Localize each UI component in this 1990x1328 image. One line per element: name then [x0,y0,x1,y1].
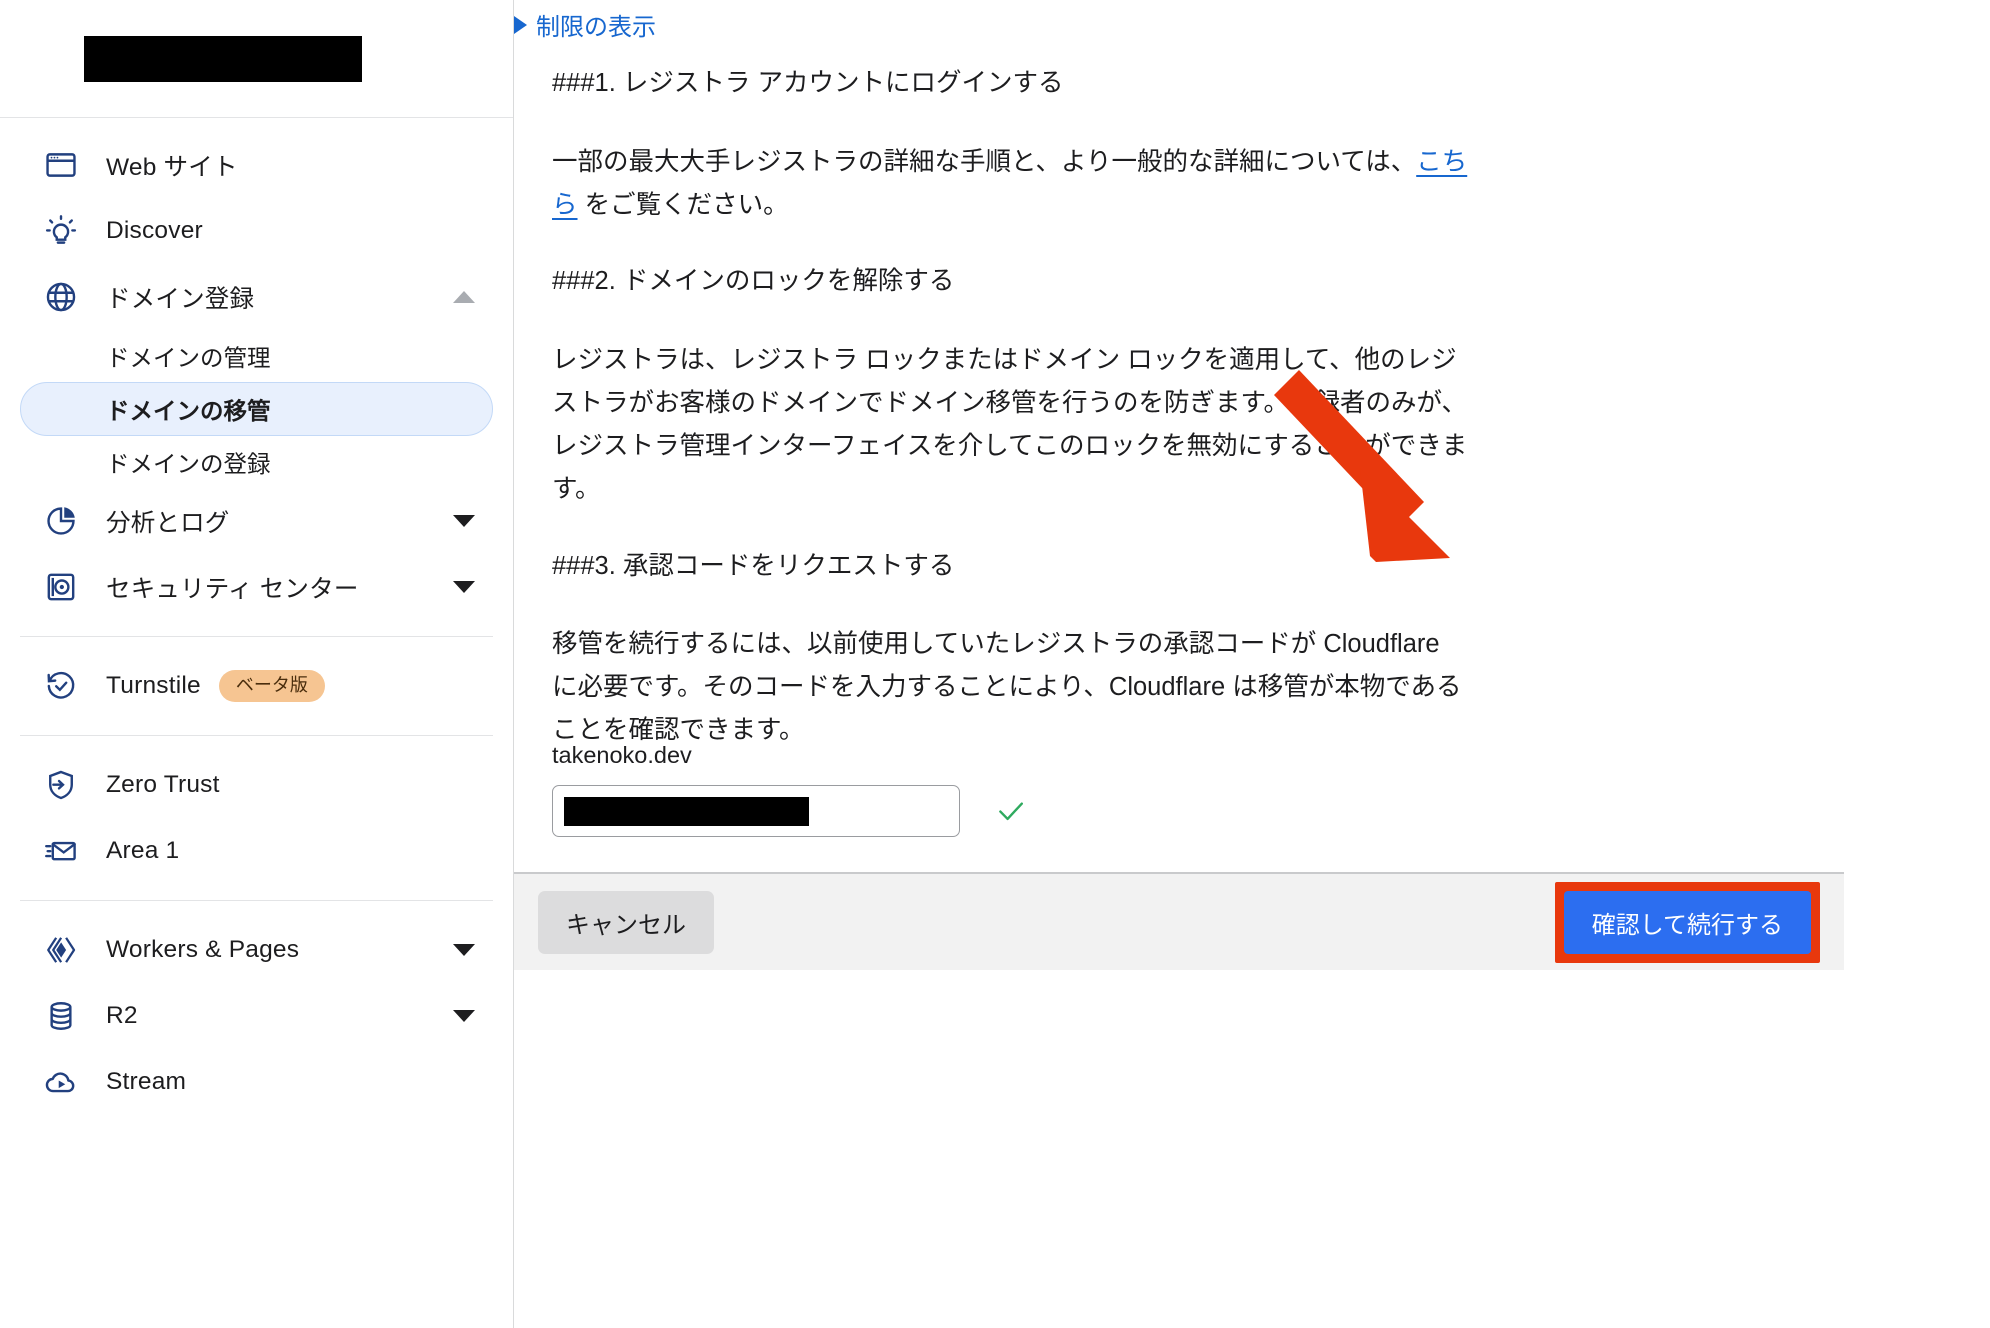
nav-group-developer: Workers & Pages R2 [0,917,513,1115]
sidebar-item-workers-pages[interactable]: Workers & Pages [20,917,493,983]
sidebar-item-analytics-logs[interactable]: 分析とログ [20,488,493,554]
sidebar-item-turnstile[interactable]: Turnstile ベータ版 [20,653,493,719]
globe-icon [42,278,80,316]
step-2-body: レジストラは、レジストラ ロックまたはドメイン ロックを適用して、他のレジストラ… [552,339,1472,510]
sidebar-item-zero-trust[interactable]: Zero Trust [20,752,493,818]
clock-check-icon [42,667,80,705]
step-3-heading: ###3. 承認コードをリクエストする [552,545,1472,588]
pie-chart-icon [42,502,80,540]
sidebar-item-label: Stream [106,1068,186,1096]
account-name-redacted [84,36,362,82]
form-action-bar: キャンセル 確認して続行する [514,872,1844,970]
sidebar-item-label: Turnstile [106,672,201,700]
sidebar-subitem-manage-domains[interactable]: ドメインの管理 [20,330,493,382]
sidebar-subitem-label: ドメインの移管 [106,392,271,426]
nav-group-primary: Web サイト D [0,132,513,330]
sidebar-item-r2[interactable]: R2 [20,983,493,1049]
sidebar-divider-2 [20,735,493,736]
step-1-heading: ###1. レジストラ アカウントにログインする [552,62,1472,105]
sidebar-item-websites[interactable]: Web サイト [20,132,493,198]
auth-code-input[interactable] [552,785,960,837]
account-brand-area [0,0,513,118]
browser-window-icon [42,146,80,184]
step-1-text-after: をご覧ください。 [578,191,789,219]
sidebar-item-label: Web サイト [106,148,238,183]
sidebar-item-label: ドメイン登録 [106,280,254,315]
chevron-down-icon[interactable] [453,515,475,527]
domain-name-label: takenoko.dev [552,742,692,769]
sidebar-subitem-transfer-domains[interactable]: ドメインの移管 [20,382,493,436]
sidebar-item-stream[interactable]: Stream [20,1049,493,1115]
sidebar-divider-1 [20,636,493,637]
show-limits-toggle[interactable]: 制限の表示 [514,7,656,42]
main-content: 制限の表示 ###1. レジストラ アカウントにログインする 一部の最大大手レジ… [514,0,1990,1328]
sidebar-item-label: Area 1 [106,837,179,865]
security-shield-icon [42,568,80,606]
checkmark-icon [994,794,1028,828]
sidebar-item-security-center[interactable]: セキュリティ センター [20,554,493,620]
auth-code-value-redacted [564,797,809,826]
confirm-and-continue-button[interactable]: 確認して続行する [1564,891,1811,954]
sidebar-item-label: Discover [106,217,203,245]
chevron-down-icon[interactable] [453,581,475,593]
sidebar-item-label: セキュリティ センター [106,570,359,605]
triangle-right-icon [514,16,527,34]
sidebar-nav: Web サイト D [0,118,513,1115]
confirm-button-highlight: 確認して続行する [1555,882,1820,963]
sidebar-subitem-label: ドメインの管理 [106,339,271,373]
cancel-button[interactable]: キャンセル [538,891,714,954]
sidebar: Web サイト D [0,0,514,1328]
show-limits-label: 制限の表示 [536,7,656,42]
workers-icon [42,931,80,969]
nav-group-zero-trust: Zero Trust Area 1 [0,752,513,884]
auth-code-field-row [552,785,1028,837]
transfer-instructions: ###1. レジストラ アカウントにログインする 一部の最大大手レジストラの詳細… [552,62,1472,786]
chevron-down-icon[interactable] [453,1010,475,1022]
status-badge-beta: ベータ版 [219,670,325,702]
envelope-icon [42,832,80,870]
sidebar-item-label: Zero Trust [106,771,220,799]
sidebar-item-area1[interactable]: Area 1 [20,818,493,884]
chevron-up-icon[interactable] [453,291,475,303]
sidebar-divider-3 [20,900,493,901]
sidebar-item-discover[interactable]: Discover [20,198,493,264]
chevron-down-icon[interactable] [453,944,475,956]
sidebar-subitem-label: ドメインの登録 [106,445,271,479]
database-icon [42,997,80,1035]
sidebar-item-label: 分析とログ [106,504,230,539]
sidebar-subnav-domain-registration: ドメインの管理 ドメインの移管 ドメインの登録 [0,330,513,488]
step-2-heading: ###2. ドメインのロックを解除する [552,260,1472,303]
sidebar-item-label: Workers & Pages [106,936,299,964]
step-1-body: 一部の最大大手レジストラの詳細な手順と、より一般的な詳細については、こちら をご… [552,141,1472,227]
nav-group-secondary: 分析とログ セキュリティ センター [0,488,513,620]
step-1-text-before: 一部の最大大手レジストラの詳細な手順と、より一般的な詳細については、 [552,148,1416,176]
app-root: Web サイト D [0,0,1990,1328]
shield-arrow-icon [42,766,80,804]
step-3-body: 移管を続行するには、以前使用していたレジストラの承認コードが Cloudflar… [552,623,1472,751]
sidebar-item-domain-registration[interactable]: ドメイン登録 [20,264,493,330]
sidebar-item-label: R2 [106,1002,138,1030]
nav-group-turnstile: Turnstile ベータ版 [0,653,513,719]
cloud-play-icon [42,1063,80,1101]
lightbulb-icon [42,212,80,250]
sidebar-subitem-register-domains[interactable]: ドメインの登録 [20,436,493,488]
